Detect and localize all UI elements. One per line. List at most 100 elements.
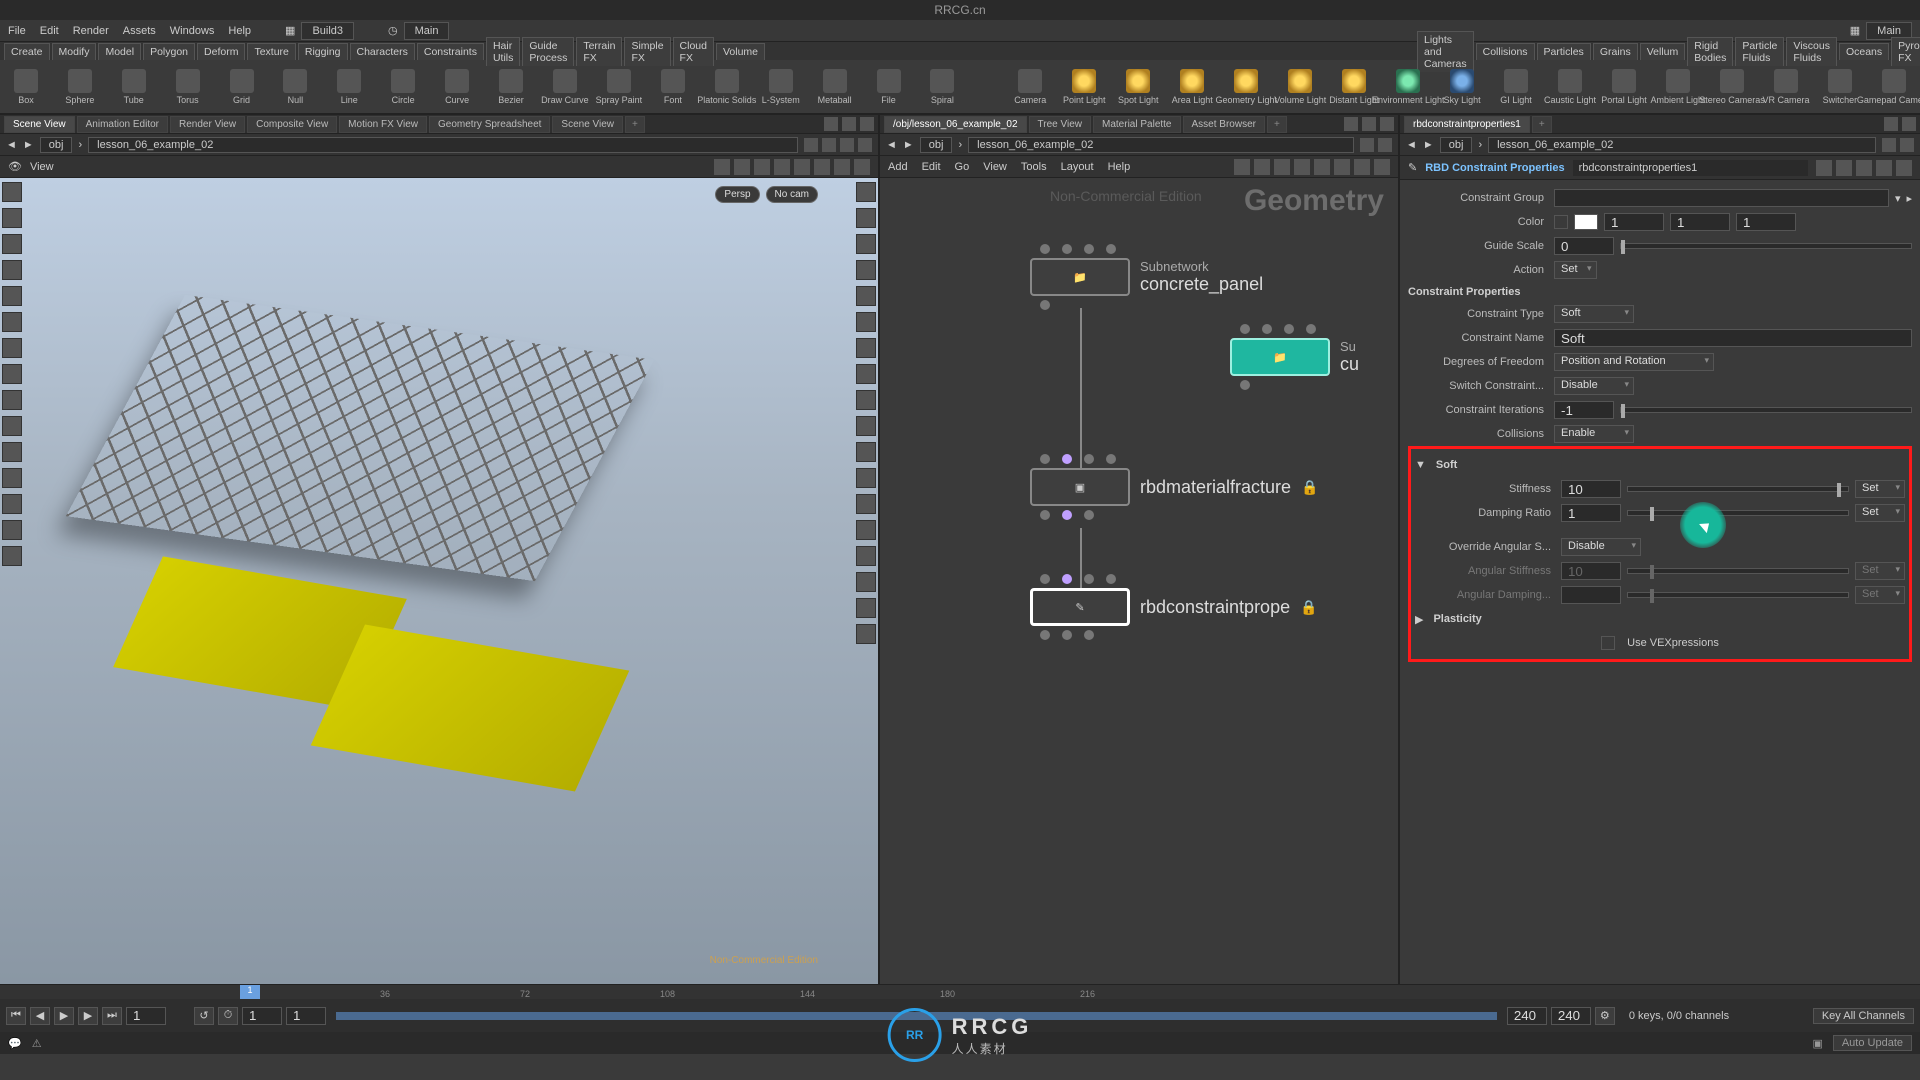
select-action[interactable]: Set [1554, 261, 1597, 279]
net-add[interactable]: Add [888, 161, 908, 173]
scope-button[interactable]: ⚙ [1595, 1007, 1615, 1025]
vp-ltool-icon[interactable] [2, 364, 22, 384]
slider-damping[interactable] [1627, 510, 1849, 516]
tool-distlight[interactable]: Distant Light [1334, 69, 1374, 105]
tab-network[interactable]: /obj/lesson_06_example_02 [884, 116, 1027, 133]
goto-first-button[interactable]: ⏮ [6, 1007, 26, 1025]
expand-icon[interactable]: ▶ [1415, 613, 1423, 626]
tool-metaball[interactable]: Metaball [815, 69, 855, 105]
shelf-tab[interactable]: Pyro FX [1891, 37, 1920, 66]
shelf-tab[interactable]: Particle Fluids [1735, 37, 1784, 66]
vp-tool-icon[interactable] [794, 159, 810, 175]
vp-tool-icon[interactable] [754, 159, 770, 175]
current-frame-input[interactable] [126, 1007, 166, 1025]
net-icon[interactable] [1334, 159, 1350, 175]
vp-ltool-icon[interactable] [2, 390, 22, 410]
path-icon[interactable] [840, 138, 854, 152]
range-start2-input[interactable] [286, 1007, 326, 1025]
vp-ltool-icon[interactable] [2, 520, 22, 540]
input-guidescale[interactable] [1554, 237, 1614, 255]
play-back-button[interactable]: ▶ [54, 1007, 74, 1025]
vp-rtool-icon[interactable] [856, 598, 876, 618]
path-icon[interactable] [1882, 138, 1896, 152]
vp-ltool-icon[interactable] [2, 468, 22, 488]
reload-icon[interactable] [1856, 160, 1872, 176]
vp-tool-icon[interactable] [714, 159, 730, 175]
path-icon[interactable] [804, 138, 818, 152]
color-g[interactable] [1670, 213, 1730, 231]
input-cname[interactable] [1554, 329, 1912, 347]
shelf-tab[interactable]: Rigid Bodies [1687, 37, 1733, 66]
menu-assets[interactable]: Assets [123, 25, 156, 37]
path-icon[interactable] [1360, 138, 1374, 152]
vp-rtool-icon[interactable] [856, 208, 876, 228]
vp-tool-icon[interactable] [774, 159, 790, 175]
input-iter[interactable] [1554, 401, 1614, 419]
range-end2-input[interactable] [1551, 1007, 1591, 1025]
pane-icon[interactable] [1362, 117, 1376, 131]
shelf-tab[interactable]: Collisions [1476, 43, 1535, 60]
pane-icon[interactable] [1884, 117, 1898, 131]
tool-file[interactable]: File [869, 69, 909, 105]
net-tools[interactable]: Tools [1021, 161, 1047, 173]
viewport-camera-menu[interactable]: Persp [715, 186, 759, 203]
path-node[interactable]: lesson_06_example_02 [88, 137, 798, 153]
tool-switcher[interactable]: Switcher [1820, 69, 1860, 105]
shelf-tab[interactable]: Rigging [298, 43, 348, 60]
select-ovang[interactable]: Disable [1561, 538, 1641, 556]
path-icon[interactable] [1378, 138, 1392, 152]
node-rbdconstraintproperties[interactable]: ✎ rbdconstraintprope 🔒 [1030, 588, 1318, 626]
net-icon[interactable] [1314, 159, 1330, 175]
vp-tool-icon[interactable] [814, 159, 830, 175]
tool-pointlight[interactable]: Point Light [1064, 69, 1104, 105]
shelf-tab[interactable]: Texture [247, 43, 295, 60]
tool-causticlight[interactable]: Caustic Light [1550, 69, 1590, 105]
shelf-tab[interactable]: Oceans [1839, 43, 1889, 60]
pane-icon[interactable] [824, 117, 838, 131]
vp-rtool-icon[interactable] [856, 234, 876, 254]
tool-grid[interactable]: Grid [222, 69, 262, 105]
checkbox-vexpressions[interactable] [1601, 636, 1615, 650]
tool-ambientlight[interactable]: Ambient Light [1658, 69, 1698, 105]
net-edit[interactable]: Edit [922, 161, 941, 173]
keyall-button[interactable]: Key All Channels [1813, 1008, 1914, 1024]
vp-tool-icon[interactable] [854, 159, 870, 175]
vp-rtool-icon[interactable] [856, 364, 876, 384]
tool-envlight[interactable]: Environment Light [1388, 69, 1428, 105]
tool-null[interactable]: Null [275, 69, 315, 105]
pane-icon[interactable] [860, 117, 874, 131]
vp-ltool-icon[interactable] [2, 286, 22, 306]
tool-box[interactable]: Box [6, 69, 46, 105]
vp-rtool-icon[interactable] [856, 182, 876, 202]
vp-ltool-icon[interactable] [2, 182, 22, 202]
shelf-tab[interactable]: Hair Utils [486, 37, 520, 66]
input-damping[interactable] [1561, 504, 1621, 522]
tab-sceneview[interactable]: Scene View [4, 116, 75, 133]
tool-sphere[interactable]: Sphere [60, 69, 100, 105]
node-concrete-panel[interactable]: 📁 Subnetwork concrete_panel [1030, 258, 1263, 296]
cook-icon[interactable]: ▣ [1812, 1037, 1822, 1050]
viewport[interactable]: Persp No cam Non-Commercial Edition [0, 178, 878, 984]
viewport-nocam[interactable]: No cam [766, 186, 818, 203]
goto-last-button[interactable]: ⏭ [102, 1007, 122, 1025]
net-help[interactable]: Help [1108, 161, 1131, 173]
node-cu[interactable]: 📁 Su cu [1230, 338, 1359, 376]
shelf-tab[interactable]: Deform [197, 43, 245, 60]
pane-icon[interactable] [842, 117, 856, 131]
input-stiffness[interactable] [1561, 480, 1621, 498]
select-ctype[interactable]: Soft [1554, 305, 1634, 323]
path-icon[interactable] [822, 138, 836, 152]
tool-torus[interactable]: Torus [168, 69, 208, 105]
vp-rtool-icon[interactable] [856, 390, 876, 410]
tool-arealight[interactable]: Area Light [1172, 69, 1212, 105]
shelf-tab[interactable]: Volume [716, 43, 765, 60]
radial-selector[interactable]: ◷ Main [388, 22, 449, 40]
vp-rtool-icon[interactable] [856, 520, 876, 540]
vp-rtool-icon[interactable] [856, 312, 876, 332]
vp-ltool-icon[interactable] [2, 260, 22, 280]
pane-icon[interactable] [1344, 117, 1358, 131]
tab-matpalette[interactable]: Material Palette [1093, 116, 1180, 133]
path-level[interactable]: obj [920, 137, 953, 153]
chat-icon[interactable]: 💬 [8, 1037, 22, 1050]
shelf-tab[interactable]: Modify [52, 43, 97, 60]
